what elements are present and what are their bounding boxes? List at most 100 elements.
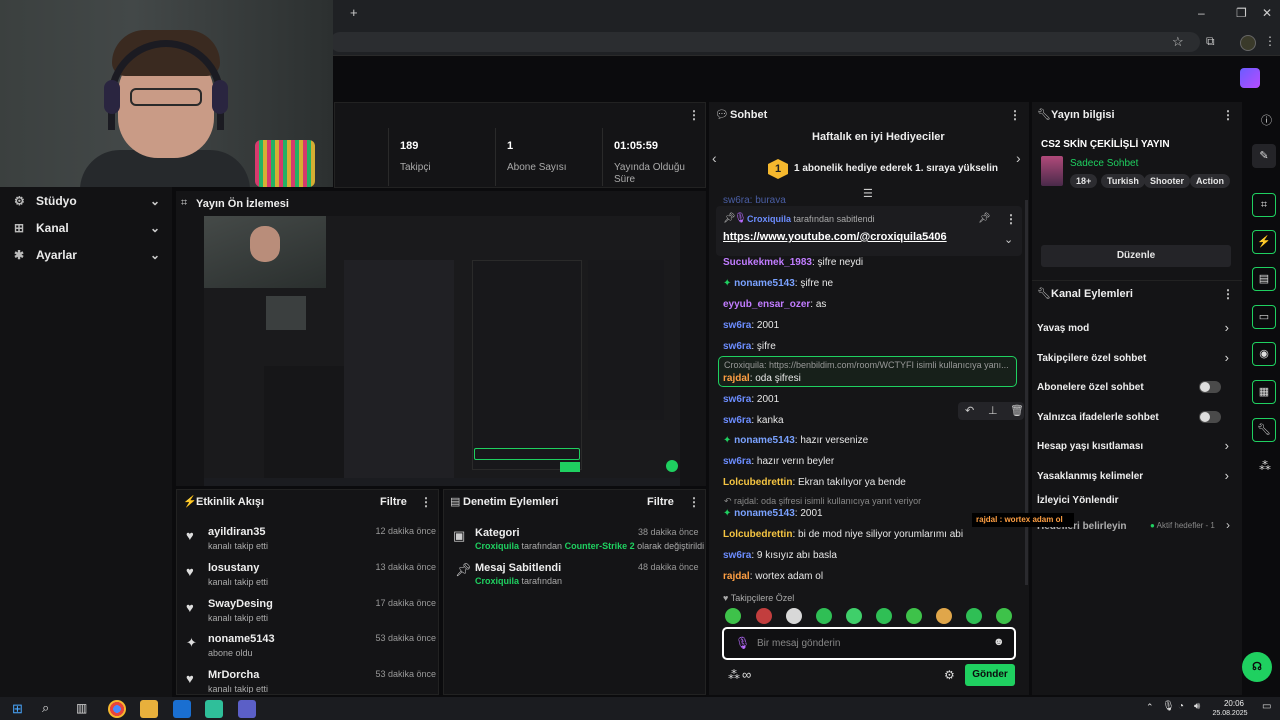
preview-toggle-icon[interactable]: ⌗	[1252, 193, 1276, 217]
microphone-icon[interactable]: 🎙︎	[1162, 701, 1175, 712]
emote-icon[interactable]	[846, 608, 862, 624]
edit-icon[interactable]: ✎	[1252, 144, 1276, 168]
emote-icon[interactable]	[816, 608, 832, 624]
follower-only-row[interactable]: Takipçilere özel sohbet ›	[1037, 350, 1237, 368]
browser-menu-icon[interactable]: ⋮	[1264, 34, 1276, 48]
moderation-filter-button[interactable]: Filtre	[647, 496, 674, 508]
bookmark-star-icon[interactable]: ☆	[1172, 34, 1184, 50]
tray-chevron-icon[interactable]: ⌃	[1146, 702, 1154, 713]
chrome-icon[interactable]	[108, 700, 126, 718]
activity-filter-button[interactable]: Filtre	[380, 496, 407, 508]
chat-menu-icon[interactable]: ⋮	[1009, 108, 1021, 122]
emote-icon[interactable]	[996, 608, 1012, 624]
emote-icon[interactable]	[725, 608, 741, 624]
file-explorer-icon[interactable]	[140, 700, 158, 718]
broadcast-toggle-icon[interactable]: ◉	[1252, 342, 1276, 366]
profile-avatar[interactable]	[1240, 35, 1256, 51]
chat-message: rajdal: oda şifresi	[723, 373, 801, 384]
moderation-menu-icon[interactable]: ⋮	[688, 495, 700, 509]
category-thumbnail	[1041, 156, 1063, 186]
close-button[interactable]: ✕	[1262, 6, 1272, 20]
account-age-row[interactable]: Hesap yaşı kısıtlaması ›	[1037, 438, 1237, 456]
tag-pill: Shooter	[1144, 174, 1191, 188]
emote-icon[interactable]	[756, 608, 772, 624]
chevron-right-icon[interactable]: ›	[1016, 150, 1021, 166]
teams-icon[interactable]	[238, 700, 256, 718]
clock-date[interactable]: 25.08.2025	[1209, 710, 1251, 717]
chevron-right-icon[interactable]: ›	[1226, 518, 1230, 532]
document-toggle-icon[interactable]: ▤	[1252, 267, 1276, 291]
emoji-icon[interactable]: ☻	[993, 636, 1005, 648]
emote-only-row[interactable]: Yalnızca ifadelerle sohbet	[1037, 411, 1237, 427]
app-icon[interactable]	[205, 700, 223, 718]
slow-mode-row[interactable]: Yavaş mod ›	[1037, 320, 1237, 338]
chat-toggle-icon[interactable]: ▭	[1252, 305, 1276, 329]
chevron-down-icon[interactable]: ⌄	[1004, 233, 1013, 246]
banned-words-row[interactable]: Yasaklanmış kelimeler ›	[1037, 468, 1237, 486]
more-icon[interactable]: ⁂	[1259, 459, 1271, 473]
pinned-menu-icon[interactable]: ⋮	[1005, 212, 1017, 226]
heart-icon: ♥	[186, 564, 194, 579]
chat-title: Sohbet	[730, 109, 768, 121]
emote-icon[interactable]	[786, 608, 802, 624]
stats-menu-icon[interactable]: ⋮	[688, 108, 700, 122]
lightning-toggle-icon[interactable]: ⚡	[1252, 230, 1276, 254]
chat-message: ✦ noname5143: hazır versenize	[723, 435, 869, 446]
unpin-icon[interactable]: 📌︎	[978, 213, 991, 224]
volume-icon[interactable]: 🔊︎	[1194, 701, 1200, 712]
activity-menu-icon[interactable]: ⋮	[420, 495, 432, 509]
channel-actions-menu-icon[interactable]: ⋮	[1222, 287, 1234, 301]
search-icon[interactable]: ⌕	[42, 700, 49, 716]
emote-icon[interactable]	[966, 608, 982, 624]
wifi-icon[interactable]: ◔	[1178, 701, 1184, 712]
tag-pill: Turkish	[1101, 174, 1145, 188]
sidebar-item-settings[interactable]: ✱ Ayarlar ⌄	[14, 241, 164, 268]
maximize-button[interactable]: ❐	[1236, 6, 1247, 20]
sub-only-row[interactable]: Abonelere özel sohbet	[1037, 381, 1237, 397]
task-view-icon[interactable]: ▥	[76, 701, 87, 715]
sub-only-toggle[interactable]	[1199, 381, 1221, 393]
extensions-icon[interactable]: ⧉	[1206, 34, 1215, 49]
help-icon[interactable]: ☊	[1242, 652, 1272, 682]
pinned-link[interactable]: https://www.youtube.com/@croxiquila5406	[723, 231, 947, 243]
collapse-icon[interactable]: ☰	[863, 187, 873, 200]
chat-settings-icon[interactable]: ⚙	[944, 668, 955, 682]
url-field[interactable]	[330, 32, 1200, 52]
new-tab-button[interactable]: +	[350, 5, 358, 20]
stream-info-menu-icon[interactable]: ⋮	[1222, 108, 1234, 122]
wrench-icon: 🔧︎	[1037, 288, 1051, 300]
pin-icon: 📌︎	[455, 562, 472, 577]
moderation-toggle-icon[interactable]: ▦	[1252, 380, 1276, 404]
send-button[interactable]: Gönder	[965, 664, 1015, 686]
emote-icon[interactable]	[936, 608, 952, 624]
sidebar-item-channel[interactable]: ⊞ Kanal ⌄	[14, 214, 164, 241]
app-logo[interactable]	[1240, 68, 1260, 88]
notification-icon[interactable]: ▭	[1262, 701, 1271, 712]
outlook-icon[interactable]	[173, 700, 191, 718]
info-icon[interactable]: ⓘ	[1261, 112, 1272, 128]
chat-scrollbar[interactable]	[1025, 200, 1028, 585]
chevron-left-icon[interactable]: ‹	[712, 150, 717, 166]
delete-icon[interactable]: 🗑︎	[1010, 404, 1024, 417]
emote-only-toggle[interactable]	[1199, 411, 1221, 423]
pin-message-icon[interactable]: ⊥	[988, 404, 998, 417]
sidebar-item-studio[interactable]: ⚙ Stüdyo ⌄	[14, 187, 164, 214]
infinity-icon[interactable]: ∞	[742, 667, 751, 682]
mic-icon[interactable]: 🎙︎	[735, 636, 750, 650]
list-item: ♥ SwayDesing kanalı takip etti 17 dakika ö…	[186, 598, 436, 623]
windows-start-icon[interactable]: ⊞	[12, 701, 23, 717]
chat-input[interactable]: Bir mesaj gönderin	[757, 638, 840, 649]
reply-quote: Croxiquila: https://benbildim.com/room/W…	[724, 360, 1009, 370]
wrench-toggle-icon[interactable]: 🔧︎	[1252, 418, 1276, 442]
viewer-redirect-label[interactable]: İzleyici Yönlendir	[1037, 495, 1119, 506]
edit-button[interactable]: Düzenle	[1041, 245, 1231, 267]
badges-icon[interactable]: ⁂	[728, 668, 740, 682]
clock-time[interactable]: 20:06	[1220, 699, 1248, 708]
minimize-button[interactable]: –	[1198, 6, 1205, 20]
emote-icon[interactable]	[906, 608, 922, 624]
reply-icon[interactable]: ↶	[965, 404, 974, 417]
gifter-text: 1 abonelik hediye ederek 1. sıraya yükse…	[794, 163, 998, 174]
chat-message: sw6ra: 2001	[723, 320, 780, 331]
preview-video[interactable]	[204, 216, 680, 486]
emote-icon[interactable]	[876, 608, 892, 624]
